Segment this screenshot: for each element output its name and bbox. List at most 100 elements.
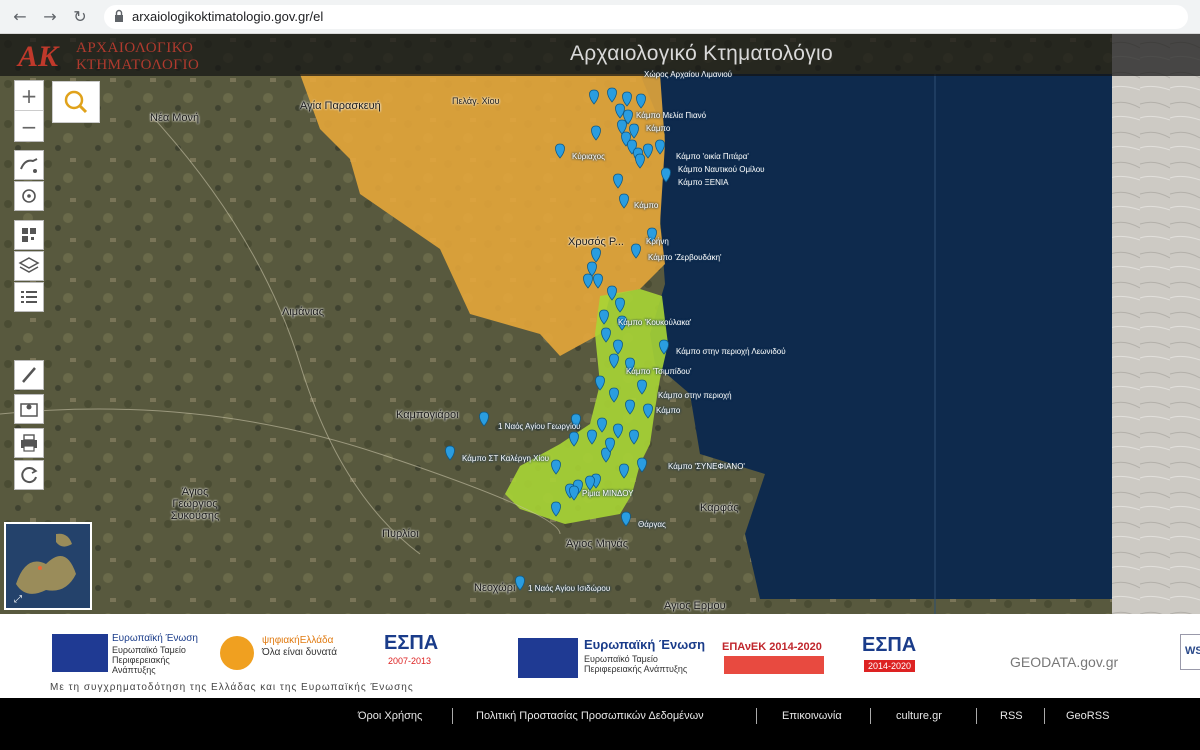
site-label: Κάμπο 'Τσιμπίδου' xyxy=(626,367,692,376)
footer-link-terms[interactable]: Όροι Χρήσης xyxy=(358,710,422,722)
epanek-logo: ΕΠΑνΕΚ 2014-2020 xyxy=(722,641,822,653)
reload-icon[interactable]: ↻ xyxy=(70,7,90,27)
legend-list-icon xyxy=(21,291,37,303)
espa-2007-logo: ΕΣΠΑ xyxy=(384,632,439,654)
eu-text: Περιφερειακής xyxy=(112,655,170,665)
map-view[interactable]: AK ΑΡΧΑΙΟΛΟΓΙΚΟ ΚΤΗΜΑΤΟΛΟΓΙΟ Αρχαιολογικ… xyxy=(0,34,1200,614)
site-label: Κάμπο στην περιοχή xyxy=(658,391,732,400)
eu-text: Περιφερειακής Ανάπτυξης xyxy=(584,664,688,674)
search-icon xyxy=(64,90,88,114)
zoom-out-button[interactable]: − xyxy=(15,112,43,142)
gps-button[interactable] xyxy=(14,181,44,211)
place-label: Άγιος Γεώργιος Συκούσης xyxy=(170,486,220,522)
eu-text: Ευρωπαϊκό Ταμείο xyxy=(584,654,658,664)
geodata-link[interactable]: GEODATA.gov.gr xyxy=(1010,654,1118,670)
eu-text: Ευρωπαϊκό Ταμείο xyxy=(112,645,186,655)
ws-logo[interactable]: WS xyxy=(1180,634,1200,670)
footer-divider xyxy=(870,708,871,724)
map-edit-button[interactable] xyxy=(14,394,44,424)
layers-icon xyxy=(18,257,40,273)
partners-strip: Ευρωπαϊκή Ένωση Ευρωπαϊκό Ταμείο Περιφερ… xyxy=(0,614,1200,698)
place-label: Πυρλίοι xyxy=(382,528,419,540)
place-label: Νεοχώρι xyxy=(474,582,516,594)
site-label: Κάμπο στην περιοχή Λεωνιδού xyxy=(676,347,786,356)
digital-greece-logo-icon xyxy=(220,636,254,670)
espa-2014-logo: ΕΣΠΑ xyxy=(862,634,917,656)
site-label: Κάμπο 'οικία Πιτάρα' xyxy=(676,152,749,161)
footer-link-rss[interactable]: RSS xyxy=(1000,710,1023,722)
print-icon xyxy=(21,434,37,452)
site-label: Κάμπο 'Κουκούλακα' xyxy=(618,318,692,327)
logo-line2: ΚΤΗΜΑΤΟΛΟΓΙΟ xyxy=(76,57,200,73)
footer-link-privacy[interactable]: Πολιτική Προστασίας Προσωπικών Δεδομένων xyxy=(476,710,704,722)
footer-divider xyxy=(756,708,757,724)
overview-map[interactable]: ⤢ xyxy=(4,522,92,610)
site-logo[interactable]: AK ΑΡΧΑΙΟΛΟΓΙΚΟ ΚΤΗΜΑΤΟΛΟΓΙΟ xyxy=(14,38,214,76)
footer-divider xyxy=(976,708,977,724)
logo-line1: ΑΡΧΑΙΟΛΟΓΙΚΟ xyxy=(76,40,194,56)
place-label: Πελάγ. Χίου xyxy=(452,96,500,106)
location-button[interactable] xyxy=(14,150,44,180)
search-button[interactable] xyxy=(52,81,100,123)
eu-flag-icon xyxy=(52,634,108,672)
site-label: Κάμπο Μελία Πιανό xyxy=(636,111,707,120)
browser-toolbar: ← → ↻ arxaiologikoktimatologio.gov.gr/el xyxy=(0,0,1200,34)
digital-greece-sub: Όλα είναι δυνατά xyxy=(262,647,338,658)
place-label: Καμπογιάροι xyxy=(396,409,459,421)
print-button[interactable] xyxy=(14,428,44,458)
site-label: Θάργας xyxy=(638,520,666,529)
eu-flag-icon xyxy=(518,638,578,678)
back-icon[interactable]: ← xyxy=(10,7,30,27)
site-label: Κρήνη xyxy=(646,237,669,246)
site-label: Κάμπο Ναυτικού Ομίλου xyxy=(678,165,765,174)
site-label: Κάμπο ΣΤ Καλέργη Χίου xyxy=(462,454,550,463)
zoom-in-button[interactable]: + xyxy=(15,81,43,111)
eu-text: Ευρωπαϊκή Ένωση xyxy=(584,637,706,652)
layers-button[interactable] xyxy=(14,251,44,281)
qr-code-icon xyxy=(22,228,36,242)
espa-years: 2014-2020 xyxy=(864,660,916,672)
place-label: Λιμάνιας xyxy=(282,306,325,318)
forward-icon[interactable]: → xyxy=(40,7,60,27)
site-label: Κάμπο xyxy=(646,124,671,133)
footer: Όροι Χρήσης Πολιτική Προστασίας Προσωπικ… xyxy=(0,698,1200,750)
place-label: Νέα Μονή xyxy=(150,112,200,124)
logo-mark: AK xyxy=(18,40,59,73)
epanek-banner xyxy=(724,656,824,674)
place-label: Αγία Παρασκευή xyxy=(300,100,381,112)
refresh-button[interactable] xyxy=(14,460,44,490)
eu-text: Ευρωπαϊκή Ένωση xyxy=(112,633,198,644)
site-label: 1 Ναός Αγίου Ισιδώρου xyxy=(528,584,611,593)
expand-icon[interactable]: ⤢ xyxy=(12,594,24,606)
place-label: Χρυσός Ρ... xyxy=(568,236,624,248)
site-label: Κάμπο 'Ζερβουδάκη' xyxy=(648,253,722,262)
footer-link-georss[interactable]: GeoRSS xyxy=(1066,710,1109,722)
page-title: Αρχαιολογικό Κτηματολόγιο xyxy=(570,42,833,65)
place-label: Αγιος Ερμου xyxy=(664,600,726,612)
site-label: Κάμπο ΞΕΝΙΑ xyxy=(678,178,729,187)
place-label: Καρφάς xyxy=(700,502,739,514)
zoom-control: + − xyxy=(14,80,44,142)
footer-link-contact[interactable]: Επικοινωνία xyxy=(782,710,842,722)
cofunding-note: Με τη συγχρηματοδότηση της Ελλάδας και τ… xyxy=(50,682,414,693)
site-label: Ρίμια ΜΙΝΔΟΥ xyxy=(582,489,634,498)
address-bar[interactable]: arxaiologikoktimatologio.gov.gr/el xyxy=(104,5,1188,29)
footer-divider xyxy=(452,708,453,724)
footer-link-culture[interactable]: culture.gr xyxy=(896,710,942,722)
site-label: Κάμπο xyxy=(656,406,681,415)
eu-text: Ανάπτυξης xyxy=(112,665,156,675)
site-label: 1 Ναός Αγίου Γεωργίου xyxy=(498,422,581,431)
url-text: arxaiologikoktimatologio.gov.gr/el xyxy=(132,9,324,24)
measure-button[interactable] xyxy=(14,360,44,390)
refresh-icon xyxy=(21,467,38,484)
map-edit-icon xyxy=(20,403,38,417)
legend-button[interactable] xyxy=(14,282,44,312)
header-bar: AK ΑΡΧΑΙΟΛΟΓΙΚΟ ΚΤΗΜΑΤΟΛΟΓΙΟ Αρχαιολογικ… xyxy=(0,34,1200,76)
qr-code-button[interactable] xyxy=(14,220,44,250)
footer-divider xyxy=(1044,708,1045,724)
site-label: Κάμπο xyxy=(634,201,659,210)
site-label: Χώρος Αρχαίου Λιμανιού xyxy=(644,70,733,79)
lock-icon xyxy=(115,9,123,22)
measure-icon xyxy=(22,367,36,383)
place-label: Άγιος Μηνάς xyxy=(566,538,629,550)
